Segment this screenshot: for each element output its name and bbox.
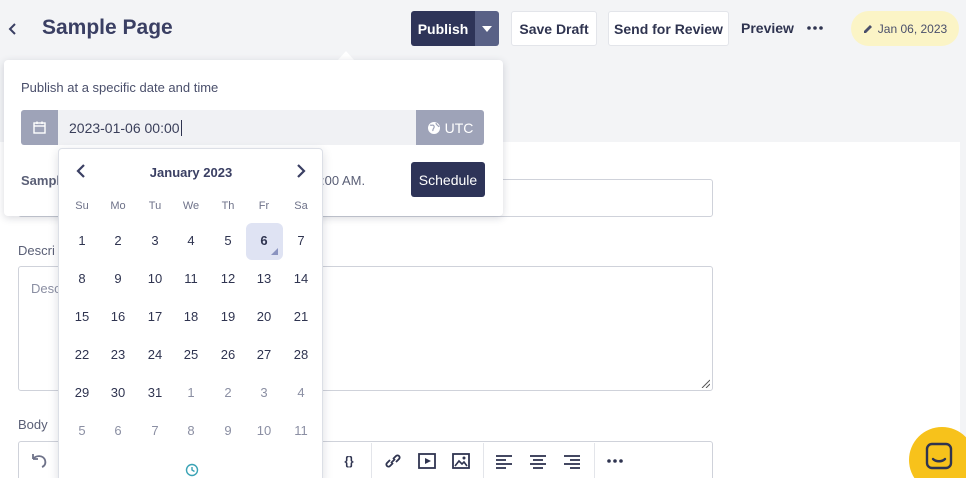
datetime-input[interactable]: 2023-01-06 00:00 [69, 120, 182, 136]
page-title: Sample Page [42, 16, 173, 39]
video-icon[interactable] [416, 450, 438, 472]
calendar-day[interactable]: 30 [103, 383, 133, 403]
save-draft-button[interactable]: Save Draft [511, 11, 597, 46]
pencil-icon [863, 24, 872, 33]
calendar-month-label: January 2023 [149, 165, 233, 180]
calendar-day[interactable]: 5 [213, 231, 243, 251]
calendar-day[interactable]: 2 [103, 231, 133, 251]
calendar-day[interactable]: 7 [286, 231, 316, 251]
calendar-day[interactable]: 19 [213, 307, 243, 327]
calendar-day[interactable]: 11 [176, 269, 206, 289]
calendar-icon [33, 121, 46, 134]
calendar-day-next-month[interactable]: 11 [286, 421, 316, 441]
next-month-icon[interactable] [294, 163, 308, 179]
calendar-day[interactable]: 28 [286, 345, 316, 365]
description-label: Descri [18, 243, 55, 258]
resize-handle-icon[interactable] [700, 378, 710, 388]
calendar-day-next-month[interactable]: 9 [213, 421, 243, 441]
calendar-day[interactable]: 14 [286, 269, 316, 289]
schedule-note-end: :00 AM. [321, 173, 366, 188]
weekday-header: Sa [294, 200, 308, 212]
weekday-header: Th [221, 200, 235, 212]
calendar-day[interactable]: 18 [176, 307, 206, 327]
link-icon[interactable] [382, 450, 404, 472]
more-options-icon[interactable] [806, 21, 824, 35]
weekday-header: Fr [258, 200, 270, 212]
globe-icon [427, 121, 440, 134]
calendar-day[interactable]: 12 [213, 269, 243, 289]
calendar-day-next-month[interactable]: 1 [176, 383, 206, 403]
schedule-note-start: Sampl [21, 173, 61, 188]
calendar-day-next-month[interactable]: 2 [213, 383, 243, 403]
calendar-day[interactable]: 4 [176, 231, 206, 251]
code-variable-icon[interactable]: {} [338, 450, 360, 472]
calendar-day[interactable]: 16 [103, 307, 133, 327]
calendar-day[interactable]: 13 [249, 269, 279, 289]
send-for-review-button[interactable]: Send for Review [608, 11, 729, 46]
calendar-day-selected[interactable]: 6 [249, 231, 279, 251]
calendar-day[interactable]: 29 [67, 383, 97, 403]
more-tools-icon[interactable] [604, 450, 626, 472]
calendar-day[interactable]: 24 [140, 345, 170, 365]
calendar-day[interactable]: 15 [67, 307, 97, 327]
schedule-popover-title: Publish at a specific date and time [21, 80, 219, 95]
calendar-day-next-month[interactable]: 10 [249, 421, 279, 441]
calendar-day[interactable]: 9 [103, 269, 133, 289]
back-chevron-icon[interactable] [6, 19, 20, 39]
calendar-day[interactable]: 3 [140, 231, 170, 251]
datetime-value: 2023-01-06 00:00 [69, 120, 180, 136]
undo-icon[interactable] [28, 450, 50, 472]
weekday-header: Tu [148, 200, 162, 212]
calendar-day[interactable]: 27 [249, 345, 279, 365]
calendar-day[interactable]: 1 [67, 231, 97, 251]
prev-month-icon[interactable] [74, 163, 88, 179]
chat-bubble-icon [925, 442, 953, 470]
calendar-day[interactable]: 26 [213, 345, 243, 365]
weekday-header: We [182, 200, 200, 212]
description-placeholder: Desc [31, 281, 61, 296]
calendar-day[interactable]: 25 [176, 345, 206, 365]
calendar-day-next-month[interactable]: 5 [67, 421, 97, 441]
publish-dropdown-button[interactable] [475, 11, 499, 46]
calendar-day-next-month[interactable]: 8 [176, 421, 206, 441]
preview-link[interactable]: Preview [741, 20, 794, 36]
calendar-day-next-month[interactable]: 6 [103, 421, 133, 441]
align-right-icon[interactable] [561, 450, 583, 472]
timezone-label: UTC [444, 119, 474, 136]
scheduled-date-badge[interactable]: Jan 06, 2023 [851, 11, 959, 46]
weekday-header: Mo [110, 200, 126, 212]
calendar-day-next-month[interactable]: 4 [286, 383, 316, 403]
calendar-day[interactable]: 31 [140, 383, 170, 403]
date-badge-label: Jan 06, 2023 [877, 21, 948, 36]
text-cursor [180, 120, 182, 136]
calendar-day-next-month[interactable]: 3 [249, 383, 279, 403]
calendar-day[interactable]: 23 [103, 345, 133, 365]
align-center-icon[interactable] [527, 450, 549, 472]
calendar-day-next-month[interactable]: 7 [140, 421, 170, 441]
timezone-button[interactable]: UTC [416, 110, 484, 145]
toolbar-divider [594, 443, 595, 478]
weekday-header: Su [75, 200, 89, 212]
calendar-day[interactable]: 8 [67, 269, 97, 289]
toolbar-divider [483, 443, 484, 478]
toolbar-divider [371, 443, 372, 478]
align-left-icon[interactable] [493, 450, 515, 472]
calendar-day[interactable]: 17 [140, 307, 170, 327]
clock-icon[interactable] [185, 463, 199, 477]
calendar-day[interactable]: 20 [249, 307, 279, 327]
body-label: Body [18, 417, 48, 432]
calendar-toggle-button[interactable] [21, 110, 58, 145]
publish-button[interactable]: Publish [411, 11, 475, 46]
calendar-day[interactable]: 10 [140, 269, 170, 289]
schedule-button[interactable]: Schedule [411, 162, 485, 197]
calendar-day[interactable]: 22 [67, 345, 97, 365]
image-icon[interactable] [450, 450, 472, 472]
caret-down-icon [482, 25, 492, 32]
calendar-day[interactable]: 21 [286, 307, 316, 327]
